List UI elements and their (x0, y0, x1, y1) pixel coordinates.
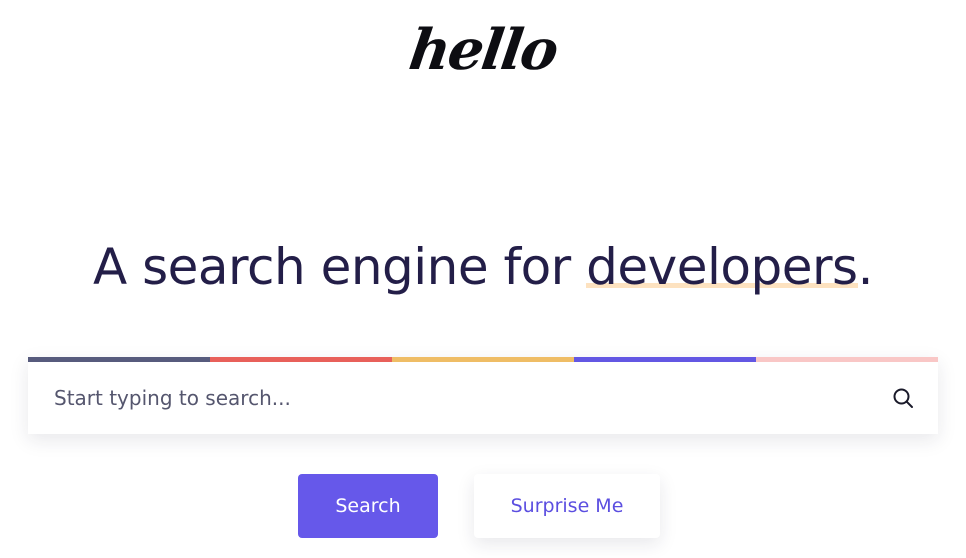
page: hello A search engine for developers. Se… (0, 0, 966, 558)
headline-suffix: . (857, 238, 874, 296)
surprise-me-button[interactable]: Surprise Me (474, 474, 660, 538)
search-box (28, 357, 938, 434)
headline-highlight: developers (586, 238, 858, 296)
search-button[interactable]: Search (298, 474, 438, 538)
search-icon[interactable] (892, 387, 914, 409)
search-input[interactable] (28, 362, 878, 434)
headline-prefix: A search engine for (92, 238, 587, 296)
button-row: Search Surprise Me (0, 474, 966, 538)
hello-logo[interactable]: hello (0, 17, 966, 83)
page-headline: A search engine for developers. (0, 234, 966, 300)
